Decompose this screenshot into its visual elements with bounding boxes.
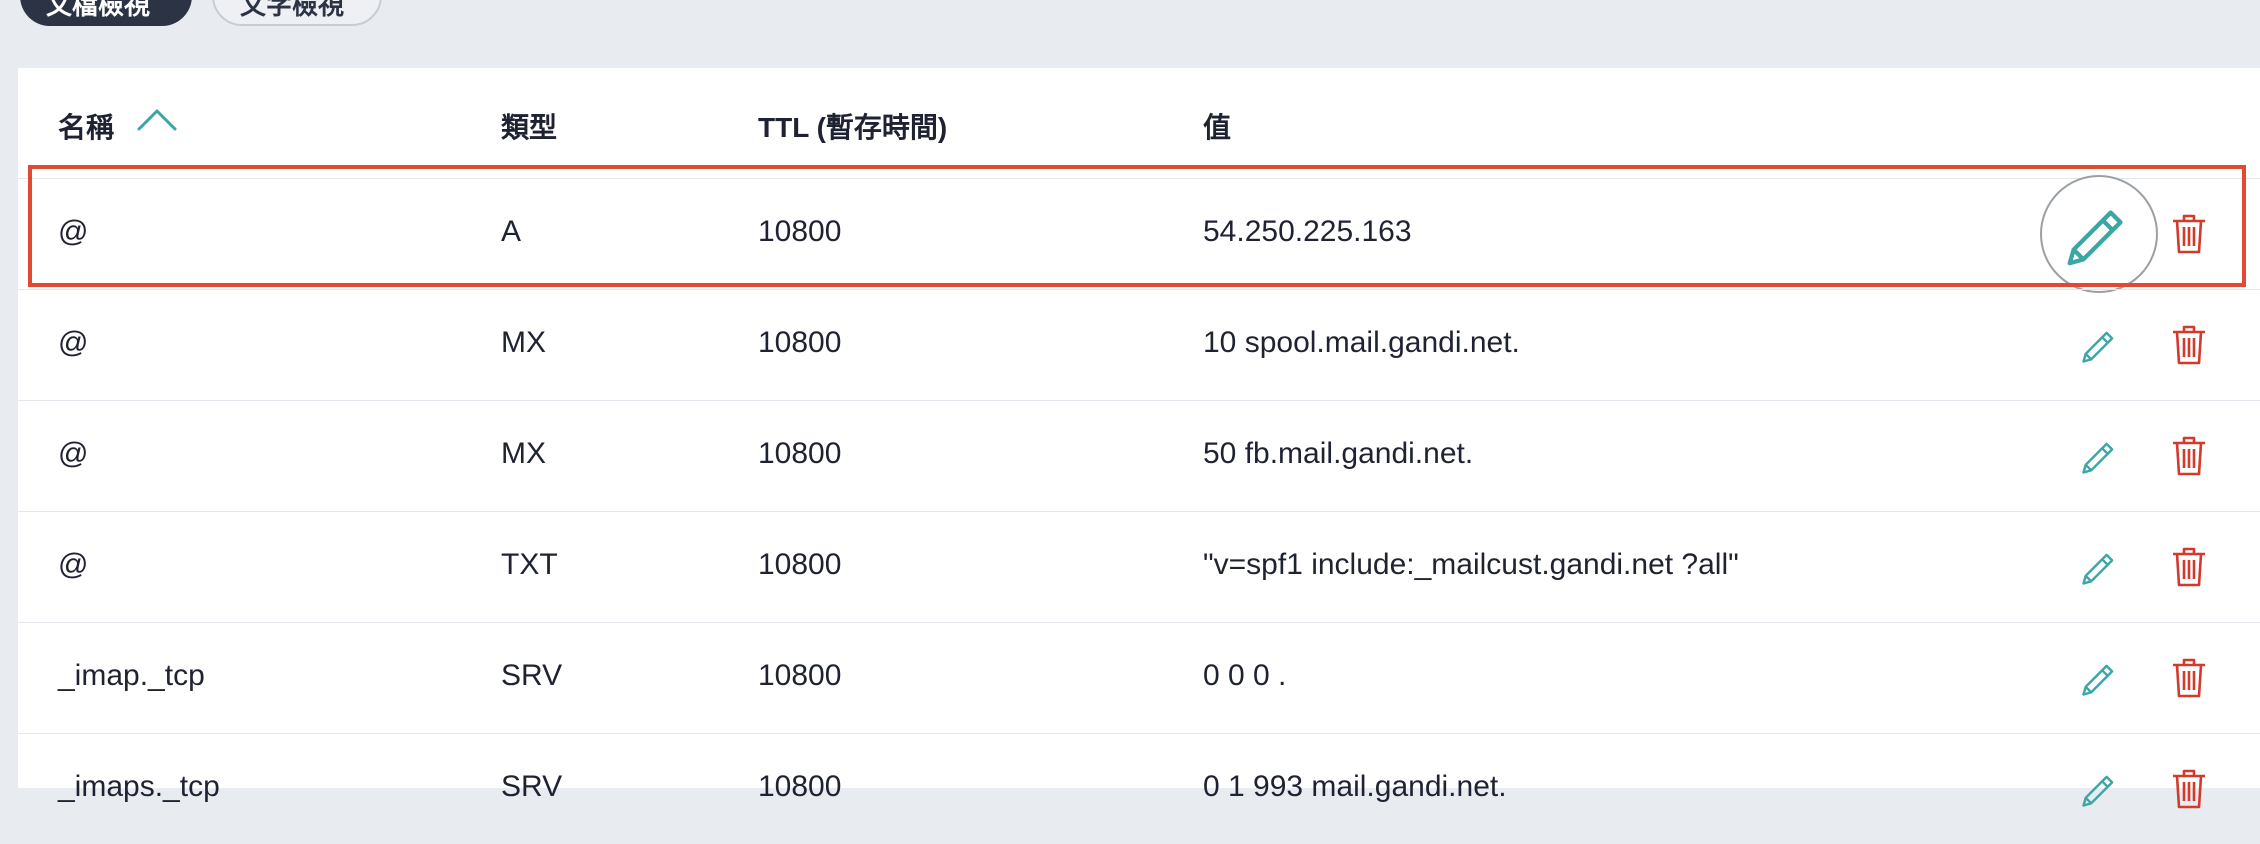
trash-icon — [2173, 214, 2205, 254]
pencil-icon — [2082, 331, 2114, 363]
trash-icon — [2173, 658, 2205, 698]
record-value: 10 spool.mail.gandi.net. — [1203, 326, 1520, 359]
record-name: @ — [58, 326, 89, 359]
delete-record-button[interactable] — [2171, 435, 2207, 477]
pencil-icon — [2082, 442, 2114, 474]
record-type: A — [501, 215, 522, 248]
record-ttl: 10800 — [758, 659, 842, 692]
view-toggle: 文檔檢視 文字檢視 — [20, 0, 382, 26]
edit-record-button[interactable] — [2078, 434, 2122, 478]
chevron-up-icon[interactable] — [136, 106, 178, 132]
table-header: 名稱 類型 TTL (暫存時間) 值 — [18, 68, 2260, 178]
edit-record-button[interactable] — [2078, 767, 2122, 811]
record-type: TXT — [501, 548, 558, 581]
dns-records-table: 名稱 類型 TTL (暫存時間) 值 @ A 10800 54.250.225.… — [18, 68, 2260, 809]
table-row: _imaps._tcp SRV 10800 0 1 993 mail.gandi… — [18, 733, 2260, 844]
edit-record-button[interactable] — [2040, 175, 2158, 293]
record-name: _imap._tcp — [58, 659, 205, 692]
table-row: @ A 10800 54.250.225.163 — [18, 165, 2260, 293]
pencil-icon — [2082, 664, 2114, 696]
record-name: @ — [58, 437, 89, 470]
trash-icon — [2173, 325, 2205, 365]
record-value: "v=spf1 include:_mailcust.gandi.net ?all… — [1203, 548, 1739, 581]
record-ttl: 10800 — [758, 437, 842, 470]
record-value: 0 1 993 mail.gandi.net. — [1203, 770, 1507, 803]
header-name[interactable]: 名稱 — [58, 106, 114, 146]
table-row: @ MX 10800 10 spool.mail.gandi.net. — [18, 289, 2260, 400]
record-ttl: 10800 — [758, 215, 842, 248]
header-type: 類型 — [501, 112, 558, 143]
delete-record-button[interactable] — [2171, 213, 2207, 255]
record-type: SRV — [501, 659, 563, 692]
pencil-icon — [2082, 553, 2114, 585]
record-value: 0 0 0 . — [1203, 659, 1287, 692]
header-ttl: TTL (暫存時間) — [758, 112, 948, 143]
table-row: _imap._tcp SRV 10800 0 0 0 . — [18, 622, 2260, 733]
record-name: @ — [58, 548, 89, 581]
trash-icon — [2173, 436, 2205, 476]
pencil-icon — [2067, 210, 2123, 266]
delete-record-button[interactable] — [2171, 768, 2207, 810]
trash-icon — [2173, 769, 2205, 809]
delete-record-button[interactable] — [2171, 657, 2207, 699]
table-row: @ MX 10800 50 fb.mail.gandi.net. — [18, 400, 2260, 511]
document-view-button[interactable]: 文檔檢視 — [20, 0, 192, 26]
record-name: _imaps._tcp — [58, 770, 220, 803]
record-ttl: 10800 — [758, 548, 842, 581]
record-type: MX — [501, 437, 546, 470]
header-value: 值 — [1203, 112, 1232, 143]
table-body: @ A 10800 54.250.225.163 @ MX 10800 10 s… — [18, 165, 2260, 844]
trash-icon — [2173, 547, 2205, 587]
edit-record-button[interactable] — [2078, 656, 2122, 700]
table-row: @ TXT 10800 "v=spf1 include:_mailcust.ga… — [18, 511, 2260, 622]
record-value: 50 fb.mail.gandi.net. — [1203, 437, 1474, 470]
record-type: MX — [501, 326, 546, 359]
record-type: SRV — [501, 770, 563, 803]
text-view-button[interactable]: 文字檢視 — [212, 0, 382, 26]
record-name: @ — [58, 215, 89, 248]
delete-record-button[interactable] — [2171, 546, 2207, 588]
pencil-icon — [2082, 775, 2114, 807]
edit-record-button[interactable] — [2078, 323, 2122, 367]
record-ttl: 10800 — [758, 770, 842, 803]
record-value: 54.250.225.163 — [1203, 215, 1412, 248]
delete-record-button[interactable] — [2171, 324, 2207, 366]
edit-record-button[interactable] — [2078, 545, 2122, 589]
record-ttl: 10800 — [758, 326, 842, 359]
